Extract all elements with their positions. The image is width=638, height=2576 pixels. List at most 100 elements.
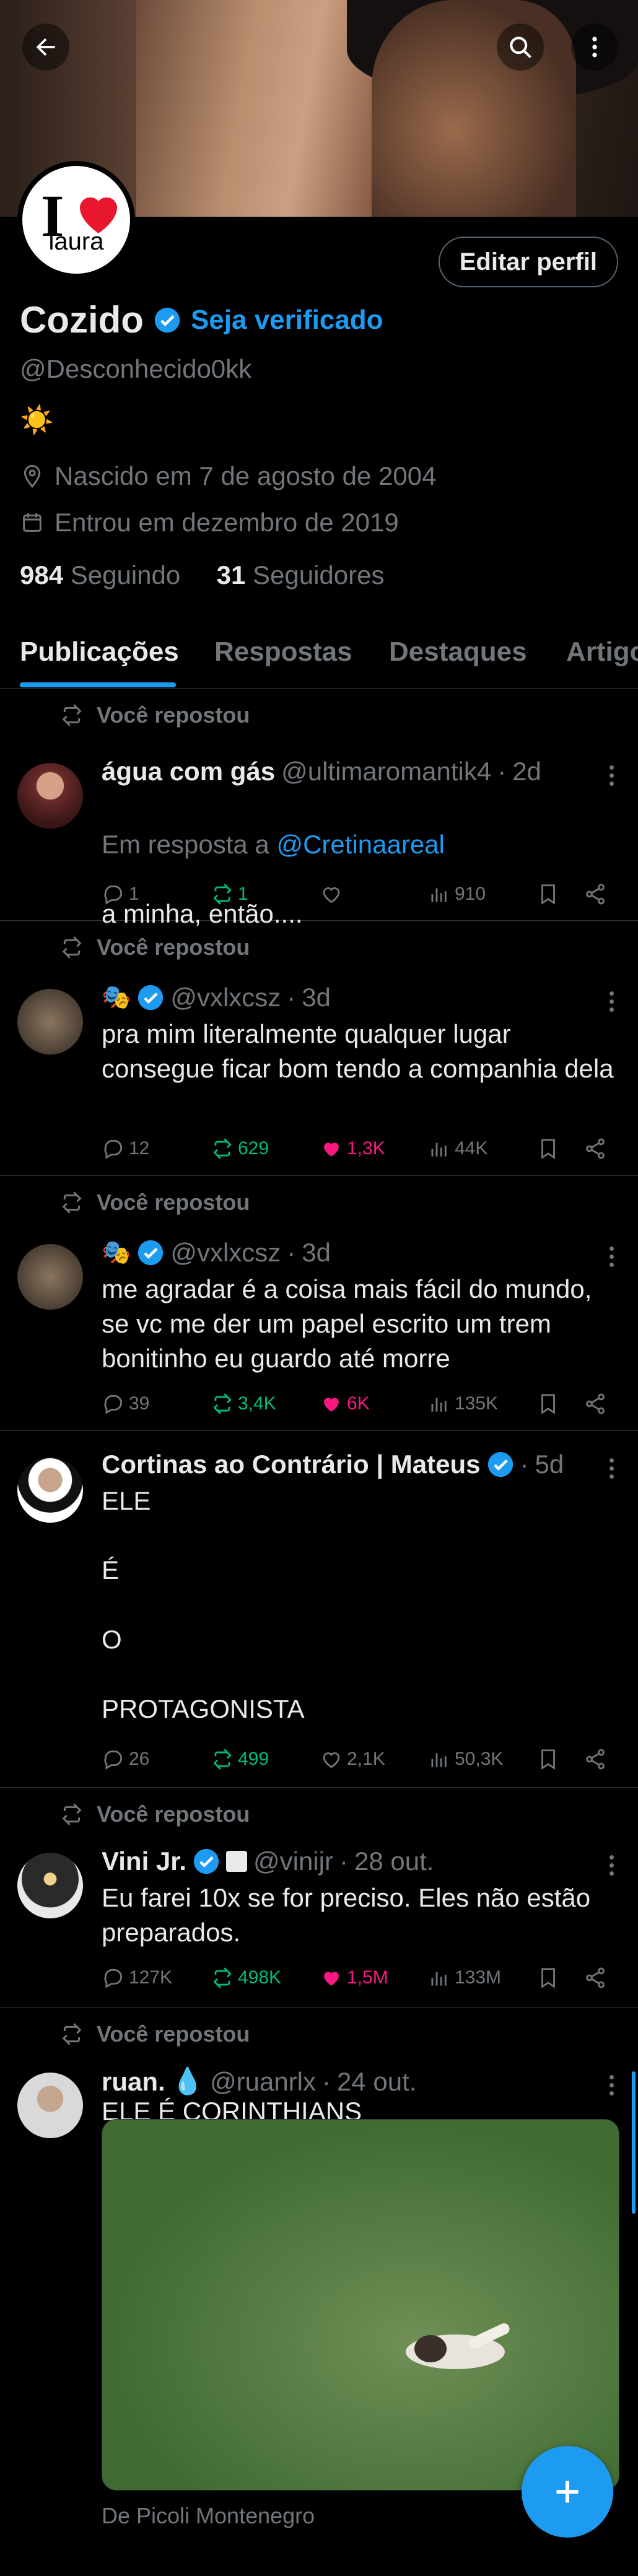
tab-articles[interactable]: Artigos	[566, 637, 638, 668]
author-handle[interactable]: @ultimaromantik4	[281, 757, 491, 786]
like-button[interactable]: 1,5M	[320, 1962, 388, 1993]
repost-icon	[211, 1966, 234, 1990]
repost-button[interactable]: 1	[211, 879, 248, 910]
affiliate-badge-icon	[225, 1851, 247, 1872]
post-more-button[interactable]	[602, 760, 621, 791]
views-button[interactable]: 910	[427, 879, 486, 910]
reply-button[interactable]: 127K	[102, 1962, 172, 1993]
share-button[interactable]	[583, 1962, 607, 1993]
repost-icon	[59, 1802, 84, 1827]
search-icon	[510, 37, 531, 58]
author-name[interactable]: ruan.	[102, 2067, 165, 2097]
tab-posts[interactable]: Publicações	[20, 637, 179, 668]
like-button[interactable]	[320, 879, 347, 910]
post-header: Cortinas ao Contrário | Mateus · 5d	[102, 1450, 564, 1479]
post-item[interactable]: Você repostou 🎭 @vxlxcsz · 3d pra mim li…	[0, 921, 638, 1176]
repost-button[interactable]: 498K	[211, 1962, 281, 1993]
views-button[interactable]: 44K	[427, 1133, 487, 1164]
profile-tabs: Publicações Respostas Destaques Artigos	[0, 625, 638, 689]
views-button[interactable]: 135K	[427, 1388, 498, 1419]
post-time: 3d	[302, 983, 331, 1012]
author-name[interactable]: Cortinas ao Contrário | Mateus	[102, 1450, 481, 1479]
views-icon	[427, 1747, 451, 1771]
repost-icon	[211, 1137, 234, 1160]
share-button[interactable]	[583, 1133, 607, 1164]
views-button[interactable]: 50,3K	[427, 1744, 503, 1775]
post-text: pra mim literalmente qualquer lugar cons…	[102, 1019, 614, 1083]
bookmark-button[interactable]	[536, 879, 560, 910]
verified-badge-icon	[154, 307, 180, 333]
repost-indicator: Você repostou	[59, 1190, 250, 1216]
like-button[interactable]: 2,1K	[320, 1744, 385, 1775]
post-item[interactable]: Você repostou 🎭 @vxlxcsz · 3d me agradar…	[0, 1176, 638, 1431]
get-verified-link[interactable]: Seja verificado	[191, 305, 383, 336]
compose-button[interactable]	[522, 2446, 613, 2538]
repost-indicator: Você repostou	[59, 702, 250, 728]
scroll-indicator[interactable]	[632, 2071, 636, 2214]
share-icon	[583, 1747, 607, 1771]
bookmark-button[interactable]	[536, 1388, 560, 1419]
post-video[interactable]	[102, 2119, 619, 2491]
reply-button[interactable]: 26	[102, 1744, 149, 1775]
author-handle[interactable]: @vxlxcsz	[170, 1238, 281, 1268]
author-name[interactable]: água com gás	[102, 757, 275, 786]
bookmark-icon	[536, 1747, 560, 1771]
like-button[interactable]: 6K	[320, 1388, 370, 1419]
followers-link[interactable]: 31 Seguidores	[217, 560, 385, 590]
more-vertical-icon	[592, 37, 597, 58]
blood-drop-icon: 💧	[171, 2066, 204, 2095]
reply-button[interactable]: 1	[102, 879, 139, 910]
reply-button[interactable]: 12	[102, 1133, 149, 1164]
post-item[interactable]: Você repostou Vini Jr. @vinijr · 28 out.…	[0, 1788, 638, 2008]
post-more-button[interactable]	[602, 1453, 621, 1484]
back-button[interactable]	[22, 24, 69, 71]
author-name[interactable]: 🎭	[102, 984, 131, 1011]
avatar[interactable]	[17, 1853, 83, 1918]
views-icon	[427, 1137, 451, 1160]
tab-replies[interactable]: Respostas	[214, 637, 352, 668]
share-button[interactable]	[583, 1744, 607, 1775]
author-handle[interactable]: @vxlxcsz	[170, 983, 281, 1012]
repost-button[interactable]: 629	[211, 1133, 269, 1164]
views-icon	[427, 882, 451, 906]
repost-button[interactable]: 3,4K	[211, 1388, 276, 1419]
post-item[interactable]: Cortinas ao Contrário | Mateus · 5d ELE …	[0, 1431, 638, 1788]
following-link[interactable]: 984 Seguindo	[20, 560, 180, 590]
avatar[interactable]	[17, 1457, 83, 1523]
media-credit: De Picoli Montenegro	[102, 2503, 315, 2528]
share-icon	[583, 1966, 607, 1990]
repost-icon	[211, 882, 234, 906]
bookmark-button[interactable]	[536, 1133, 560, 1164]
share-button[interactable]	[583, 879, 607, 910]
follow-stats: 984 Seguindo 31 Seguidores	[20, 560, 384, 590]
more-options-button[interactable]	[571, 24, 618, 71]
like-button[interactable]: 1,3K	[320, 1133, 385, 1164]
post-more-button[interactable]	[602, 986, 621, 1017]
avatar[interactable]	[17, 1244, 83, 1310]
author-handle[interactable]: @ruanrlx	[210, 2067, 316, 2097]
reply-to-link[interactable]: @Cretinaareal	[276, 830, 444, 859]
repost-button[interactable]: 499	[211, 1744, 269, 1775]
avatar[interactable]	[17, 763, 83, 829]
tab-highlights[interactable]: Destaques	[389, 637, 527, 668]
post-item[interactable]: Você repostou água com gás @ultimaromant…	[0, 689, 638, 928]
profile-avatar[interactable]: I laura	[17, 161, 135, 279]
author-handle[interactable]: @vinijr	[253, 1847, 333, 1876]
repost-icon	[59, 935, 84, 960]
search-button[interactable]	[497, 24, 544, 71]
avatar[interactable]	[17, 2073, 83, 2138]
post-more-button[interactable]	[602, 1241, 621, 1272]
views-button[interactable]: 133M	[427, 1962, 501, 1993]
author-name[interactable]: 🎭	[102, 1239, 131, 1266]
share-button[interactable]	[583, 1388, 607, 1419]
bookmark-button[interactable]	[536, 1744, 560, 1775]
edit-profile-button[interactable]: Editar perfil	[438, 237, 618, 287]
avatar[interactable]	[17, 989, 83, 1055]
reply-button[interactable]: 39	[102, 1388, 149, 1419]
repost-icon	[59, 703, 84, 728]
author-name[interactable]: Vini Jr.	[102, 1847, 186, 1876]
bookmark-icon	[536, 1392, 560, 1416]
joined-text: Entrou em dezembro de 2019	[55, 508, 399, 537]
post-more-button[interactable]	[602, 1850, 621, 1881]
bookmark-button[interactable]	[536, 1962, 560, 1993]
